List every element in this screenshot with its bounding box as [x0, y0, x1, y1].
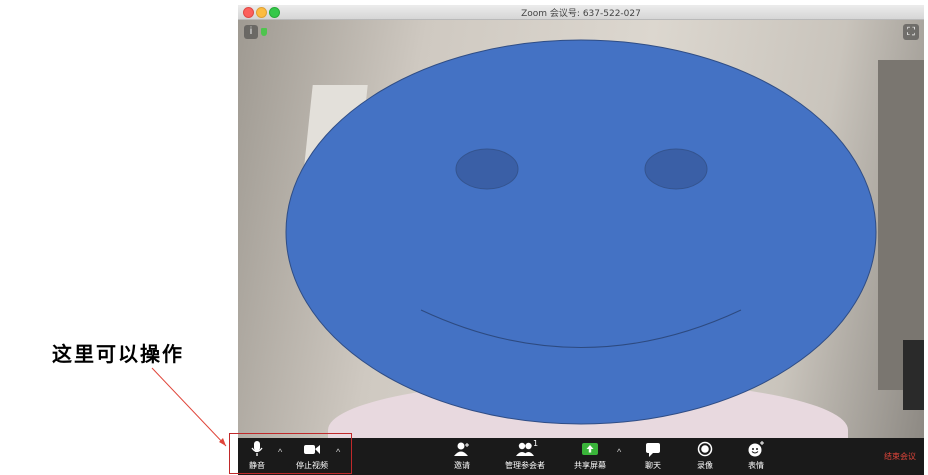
meeting-info-icon[interactable]: i — [244, 25, 258, 39]
face-ellipse — [285, 39, 877, 425]
end-meeting-button[interactable]: 结束会议 — [884, 451, 916, 462]
record-button[interactable]: 录像 — [694, 440, 716, 471]
chat-icon — [646, 443, 660, 457]
zoom-window: Zoom 会议号: 637-522-027 i ⛶ 静音 ^ 停止视频 ^ 邀请… — [238, 5, 924, 475]
reactions-button[interactable]: 表情 — [745, 440, 767, 471]
shield-icon[interactable] — [261, 28, 267, 36]
share-screen-button[interactable]: 共享屏幕 — [570, 440, 610, 471]
smiley-reaction-icon — [748, 441, 764, 457]
fullscreen-icon[interactable]: ⛶ — [903, 24, 919, 40]
video-feed: i ⛶ — [238, 20, 924, 440]
invite-label: 邀请 — [454, 461, 470, 470]
chat-button[interactable]: 聊天 — [642, 440, 664, 471]
left-eye — [455, 148, 519, 190]
record-icon — [697, 441, 713, 457]
reactions-label: 表情 — [748, 461, 764, 470]
participants-button[interactable]: 1 管理参会者 — [503, 439, 547, 471]
add-user-icon — [454, 442, 469, 456]
participants-label: 管理参会者 — [505, 461, 545, 470]
invite-button[interactable]: 邀请 — [450, 440, 474, 471]
participants-icon — [516, 442, 534, 456]
record-label: 录像 — [697, 461, 713, 470]
title-bar: Zoom 会议号: 637-522-027 — [238, 5, 924, 20]
chat-label: 聊天 — [645, 461, 661, 470]
annotation-text: 这里可以操作 — [52, 342, 184, 366]
right-eye — [644, 148, 708, 190]
participants-count: 1 — [533, 439, 539, 448]
smiley-face — [285, 39, 877, 425]
window-title: Zoom 会议号: 637-522-027 — [521, 9, 641, 19]
share-options-caret-icon[interactable]: ^ — [617, 447, 621, 457]
share-screen-label: 共享屏幕 — [574, 461, 606, 470]
share-screen-icon — [582, 443, 598, 455]
annotation-highlight-box — [229, 433, 352, 474]
